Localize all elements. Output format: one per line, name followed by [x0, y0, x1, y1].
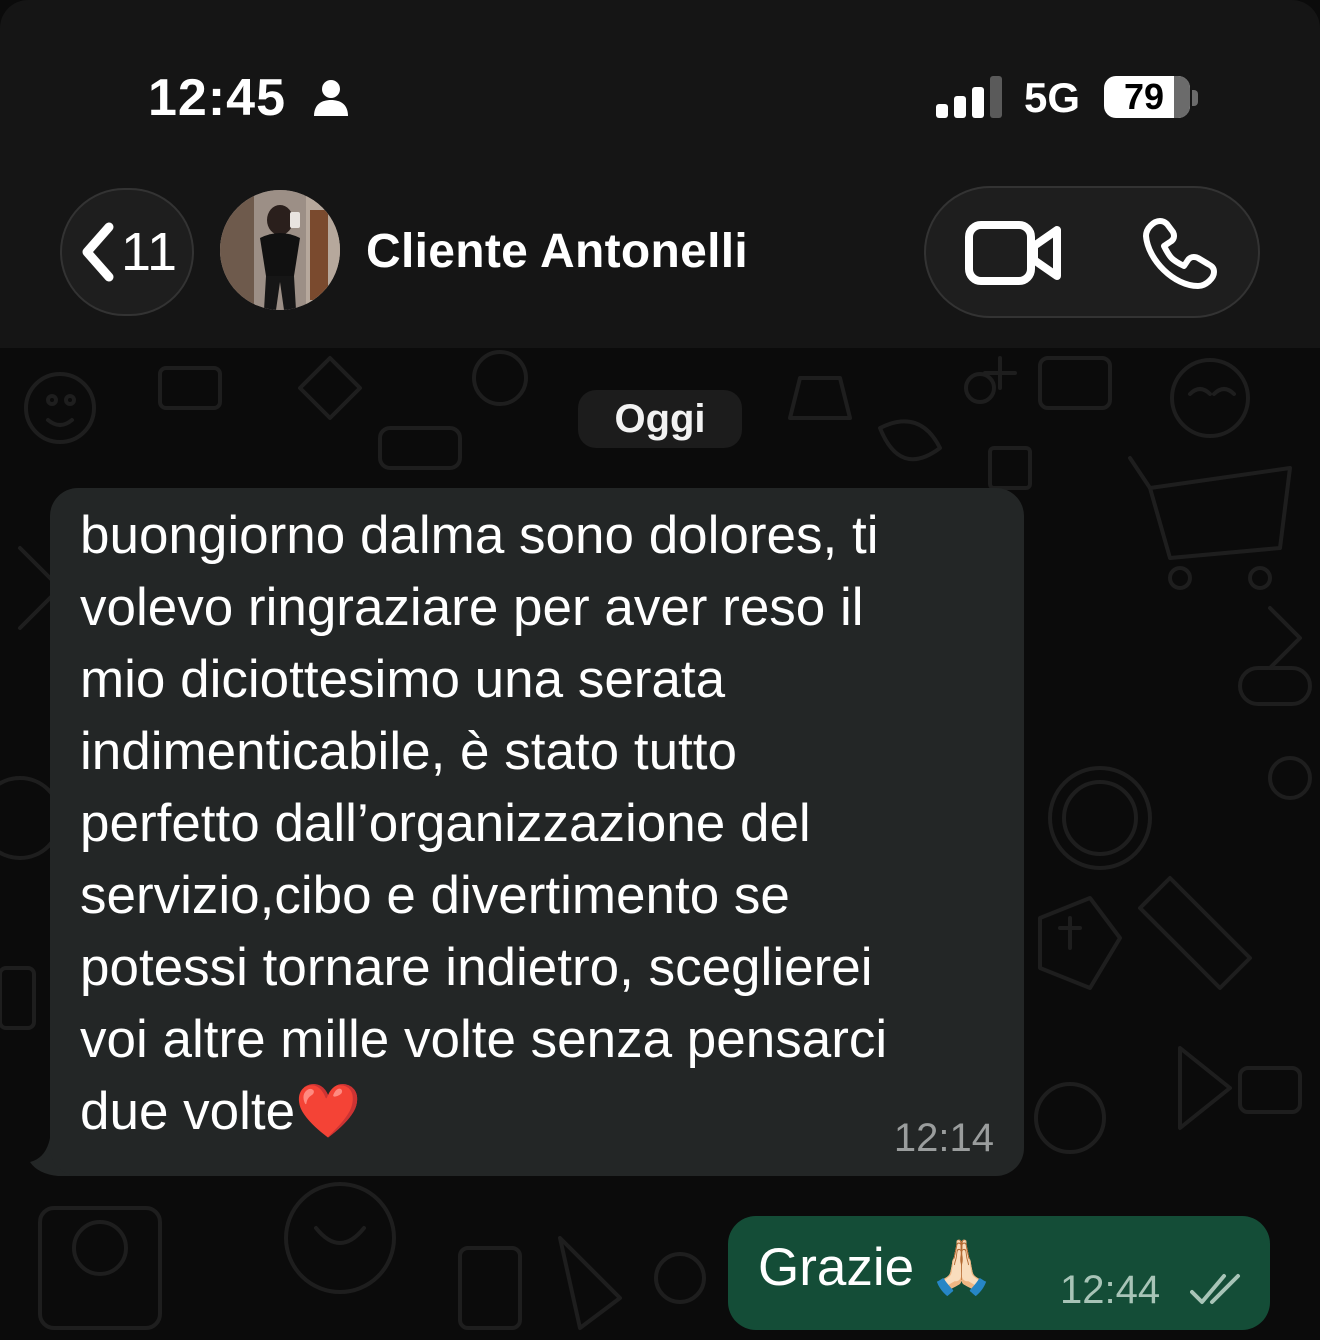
battery-indicator: 79 [1104, 76, 1190, 118]
network-type: 5G [1024, 74, 1081, 121]
chat-area[interactable]: Oggi buongiorno dalma sono dolores, ti v… [0, 348, 1320, 1340]
video-call-button[interactable] [964, 218, 1064, 288]
person-icon [314, 80, 348, 116]
incoming-message-bubble[interactable]: buongiorno dalma sono dolores, ti volevo… [50, 488, 1024, 1176]
call-actions [924, 186, 1260, 318]
video-camera-icon [965, 221, 1061, 285]
incoming-message-time: 12:14 [893, 1116, 994, 1160]
status-time: 12:45 [148, 69, 286, 127]
outgoing-message-text: Grazie 🙏🏻 [758, 1238, 995, 1297]
avatar-photo [220, 190, 340, 310]
outgoing-message-bubble[interactable]: Grazie 🙏🏻 12:44 [728, 1216, 1270, 1330]
phone-icon [1143, 218, 1217, 289]
chevron-left-icon [82, 222, 114, 282]
contact-avatar[interactable] [220, 190, 340, 310]
signal-bars-icon [936, 76, 1002, 118]
date-divider: Oggi [578, 390, 742, 448]
incoming-message-text: buongiorno dalma sono dolores, ti volevo… [80, 506, 888, 1141]
battery-nub [1192, 90, 1198, 106]
unread-count: 11 [120, 222, 178, 282]
status-bar: 12:45 5G 79 [0, 0, 1320, 150]
battery-percentage: 79 [1123, 76, 1165, 117]
contact-name[interactable]: Cliente Antonelli [366, 224, 748, 280]
voice-call-button[interactable] [1140, 216, 1220, 292]
chat-screen: 12:45 5G 79 11 Cliente Antonelli Oggi bu… [0, 0, 1320, 1340]
back-button[interactable]: 11 [60, 188, 194, 316]
outgoing-message-time: 12:44 [1060, 1268, 1161, 1312]
top-bar: 12:45 5G 79 11 Cliente Antonelli [0, 0, 1320, 348]
double-check-icon [1190, 1274, 1240, 1304]
